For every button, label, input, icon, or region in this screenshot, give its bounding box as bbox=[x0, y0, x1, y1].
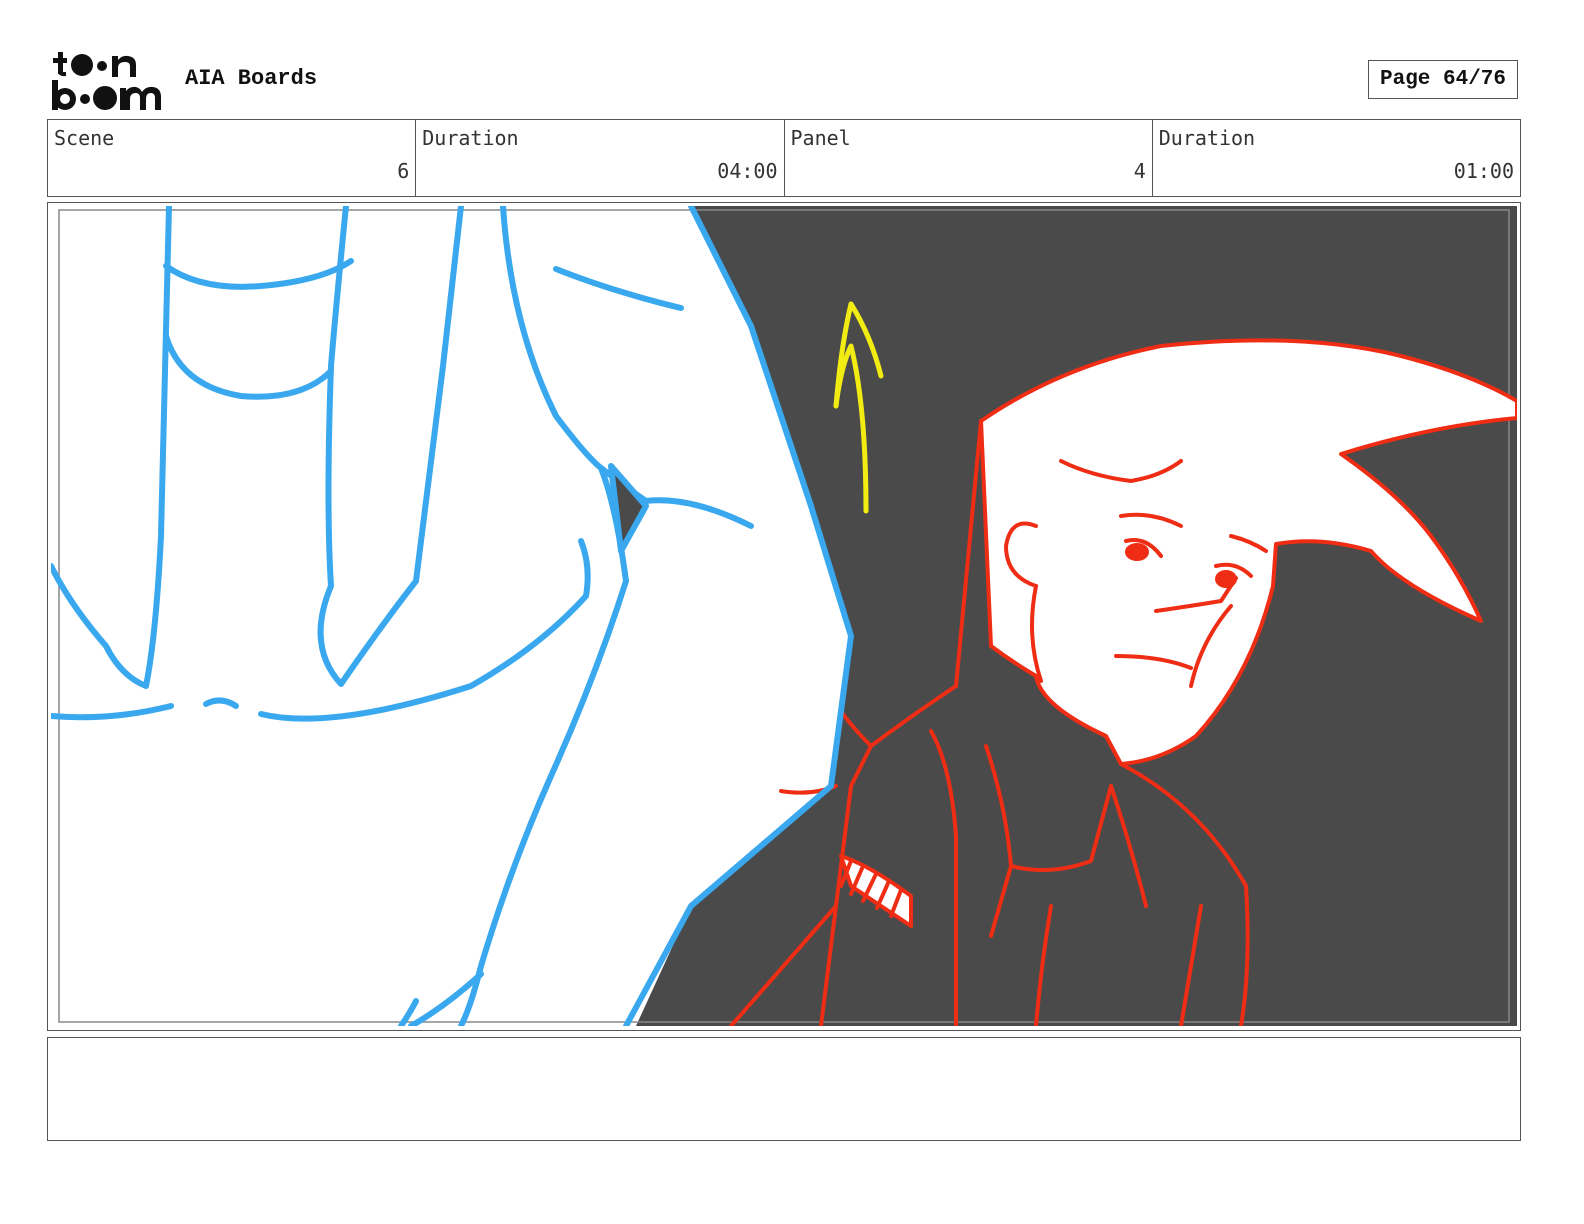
scene-duration-cell: Duration 04:00 bbox=[416, 120, 785, 196]
panel-duration-value: 01:00 bbox=[1453, 159, 1514, 183]
panel-value: 4 bbox=[1133, 159, 1146, 183]
panel-duration-cell: Duration 01:00 bbox=[1153, 120, 1520, 196]
panel-duration-label: Duration bbox=[1158, 126, 1256, 150]
scene-info-bar: Scene 6 Duration 04:00 Panel 4 Duration … bbox=[47, 119, 1521, 197]
panel-cell: Panel 4 bbox=[785, 120, 1153, 196]
panel-label: Panel bbox=[790, 126, 851, 150]
scene-duration-value: 04:00 bbox=[717, 159, 778, 183]
storyboard-panel-image bbox=[51, 206, 1517, 1026]
project-title: AIA Boards bbox=[185, 66, 318, 91]
scene-duration-label: Duration bbox=[422, 126, 519, 150]
scene-label: Scene bbox=[54, 126, 115, 150]
panel-notes-box bbox=[47, 1037, 1521, 1141]
scene-value: 6 bbox=[397, 159, 410, 183]
scene-cell: Scene 6 bbox=[48, 120, 417, 196]
toon-boom-logo bbox=[52, 52, 161, 110]
page-indicator: Page 64/76 bbox=[1368, 60, 1518, 99]
